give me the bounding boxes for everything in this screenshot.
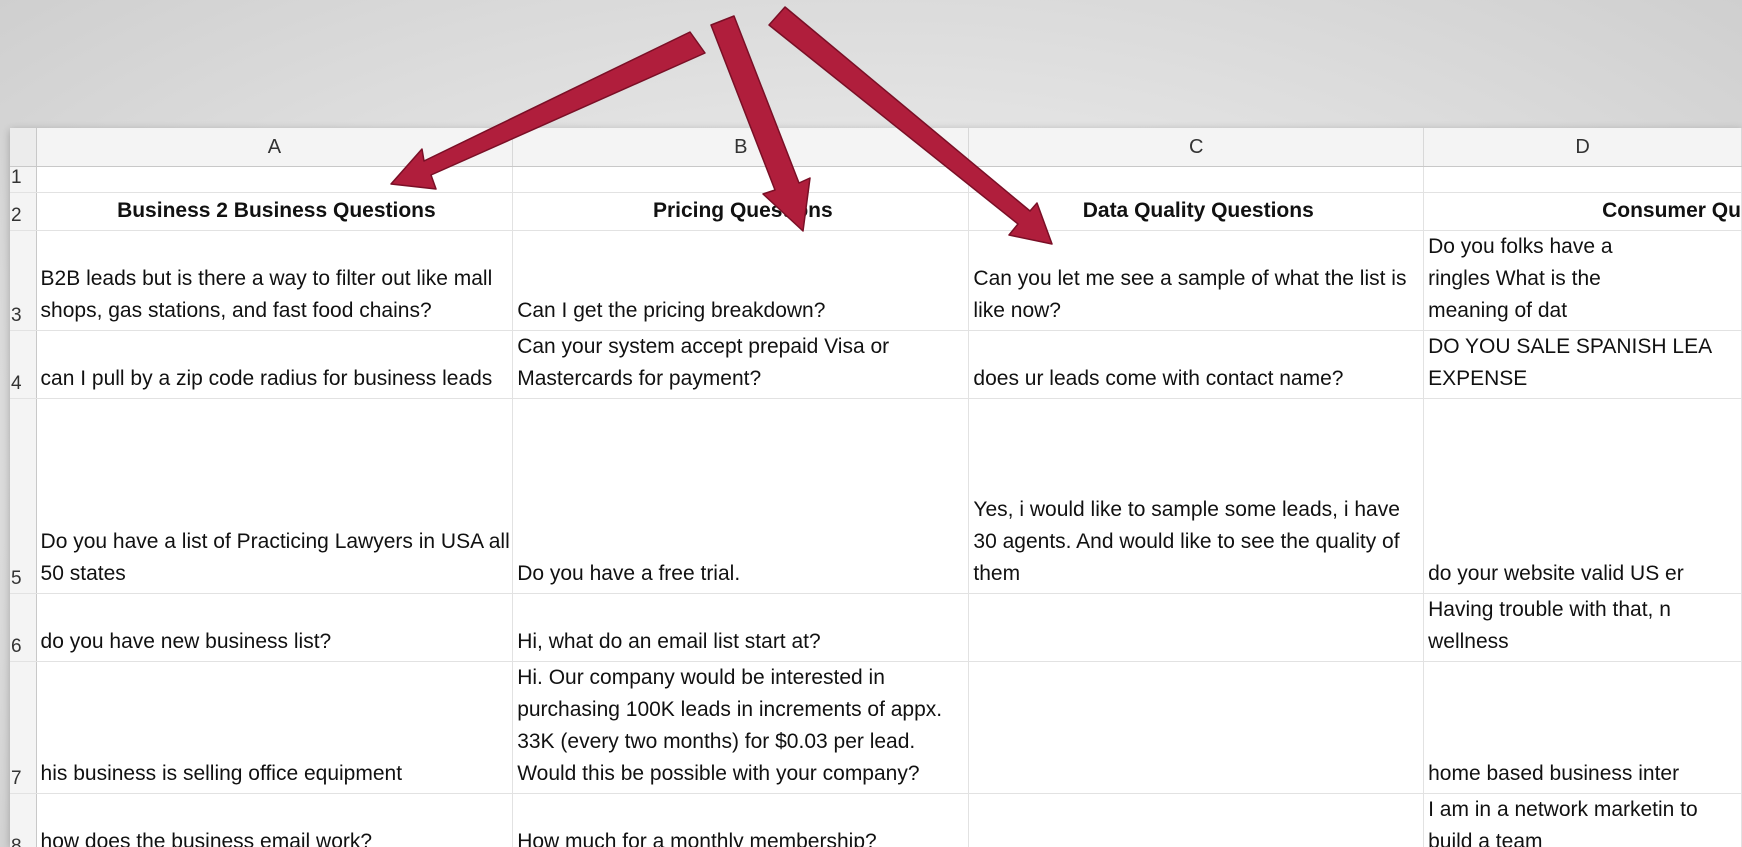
cell-a3[interactable]: B2B leads but is there a way to filter o… xyxy=(36,230,514,331)
table-row: 7 his business is selling office equipme… xyxy=(10,661,1742,794)
table-row: 5 Do you have a list of Practicing Lawye… xyxy=(10,398,1742,594)
cell-b1[interactable] xyxy=(512,166,970,193)
column-header-d[interactable]: D xyxy=(1423,128,1742,167)
table-row: 6 do you have new business list? Hi, wha… xyxy=(10,593,1742,662)
cell-a5[interactable]: Do you have a list of Practicing Lawyers… xyxy=(36,398,514,594)
cell-a8[interactable]: how does the business email work? xyxy=(36,793,514,847)
cell-b8[interactable]: How much for a monthly membership? xyxy=(512,793,970,847)
cell-d3-text: Do you folks have a ringles What is the … xyxy=(1428,235,1613,322)
cell-d5[interactable]: do your website valid US er xyxy=(1423,398,1742,594)
cell-d3[interactable]: Do you folks have a ringles What is the … xyxy=(1423,230,1742,331)
table-row: 3 B2B leads but is there a way to filter… xyxy=(10,230,1742,331)
cell-d2[interactable]: Consumer Qu xyxy=(1423,192,1742,231)
row-header[interactable]: 6 xyxy=(10,593,37,662)
cell-a4[interactable]: can I pull by a zip code radius for busi… xyxy=(36,330,514,399)
cell-c4[interactable]: does ur leads come with contact name? xyxy=(968,330,1425,399)
row-header[interactable]: 7 xyxy=(10,661,37,794)
row-header[interactable]: 3 xyxy=(10,230,37,331)
cell-c7[interactable] xyxy=(968,661,1425,794)
cell-b5[interactable]: Do you have a free trial. xyxy=(512,398,970,594)
cell-b7[interactable]: Hi. Our company would be interested in p… xyxy=(512,661,970,794)
cell-c3[interactable]: Can you let me see a sample of what the … xyxy=(968,230,1425,331)
cell-d6-text: Having trouble with that, n wellness xyxy=(1428,598,1671,653)
cell-d6[interactable]: Having trouble with that, n wellness xyxy=(1423,593,1742,662)
table-row: 4 can I pull by a zip code radius for bu… xyxy=(10,330,1742,399)
cell-a6[interactable]: do you have new business list? xyxy=(36,593,514,662)
cell-a1[interactable] xyxy=(36,166,514,193)
table-row: 8 how does the business email work? How … xyxy=(10,793,1742,847)
cell-c6[interactable] xyxy=(968,593,1425,662)
cell-c1[interactable] xyxy=(968,166,1425,193)
cell-c8[interactable] xyxy=(968,793,1425,847)
cell-d8[interactable]: I am in a network marketin to build a te… xyxy=(1423,793,1742,847)
cell-b4[interactable]: Can your system accept prepaid Visa or M… xyxy=(512,330,970,399)
cell-c5[interactable]: Yes, i would like to sample some leads, … xyxy=(968,398,1425,594)
row-header[interactable]: 2 xyxy=(10,192,37,231)
row-header[interactable]: 8 xyxy=(10,793,37,847)
column-header-c[interactable]: C xyxy=(968,128,1425,167)
cell-b3[interactable]: Can I get the pricing breakdown? xyxy=(512,230,970,331)
column-header-b[interactable]: B xyxy=(512,128,970,167)
cell-b2[interactable]: Pricing Questions xyxy=(512,192,970,231)
row-header[interactable]: 1 xyxy=(10,166,37,193)
table-row: 2 Business 2 Business Questions Pricing … xyxy=(10,192,1742,231)
cell-d7[interactable]: home based business inter xyxy=(1423,661,1742,794)
cell-a2[interactable]: Business 2 Business Questions xyxy=(36,192,514,231)
select-all-corner[interactable] xyxy=(10,128,37,167)
cell-b6[interactable]: Hi, what do an email list start at? xyxy=(512,593,970,662)
row-header[interactable]: 5 xyxy=(10,398,37,594)
spreadsheet: A B C D 1 2 Business 2 Business Question… xyxy=(10,128,1742,847)
cell-d8-text: I am in a network marketin to build a te… xyxy=(1428,798,1698,847)
table-row: 1 xyxy=(10,166,1742,193)
cell-c2[interactable]: Data Quality Questions xyxy=(968,192,1425,231)
cell-d4[interactable]: DO YOU SALE SPANISH LEA EXPENSE xyxy=(1423,330,1742,399)
cell-a7[interactable]: his business is selling office equipment xyxy=(36,661,514,794)
row-header[interactable]: 4 xyxy=(10,330,37,399)
spreadsheet-grid: A B C D 1 2 Business 2 Business Question… xyxy=(10,128,1742,847)
column-header-a[interactable]: A xyxy=(36,128,514,167)
cell-d1[interactable] xyxy=(1423,166,1742,193)
cell-d4-text: DO YOU SALE SPANISH LEA EXPENSE xyxy=(1428,335,1711,390)
